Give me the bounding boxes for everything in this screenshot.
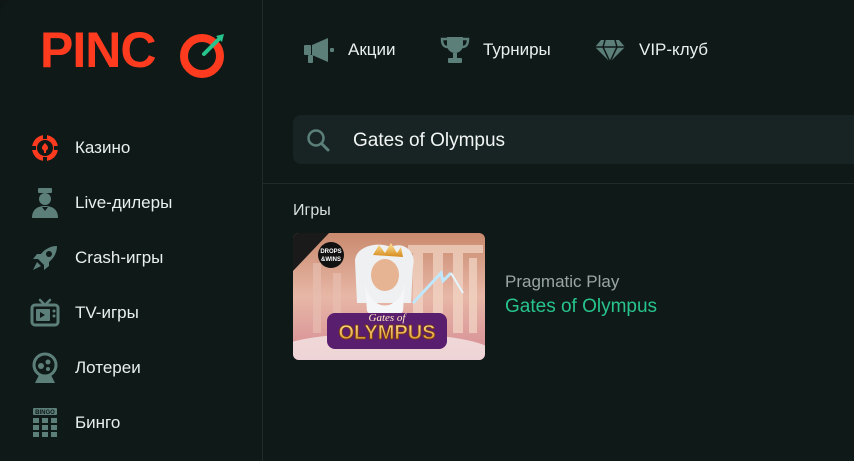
top-nav-promotions[interactable]: Акции	[302, 32, 396, 68]
bingo-icon: BINGO	[28, 406, 62, 440]
sidebar-item-live-dealers[interactable]: Live-дилеры	[28, 175, 172, 230]
results-section-title: Игры	[293, 202, 331, 219]
rocket-icon	[28, 241, 62, 275]
megaphone-icon	[304, 38, 334, 63]
top-nav-tournaments[interactable]: Турниры	[439, 32, 551, 68]
sidebar-item-tv-games[interactable]: TV-игры	[28, 285, 172, 340]
lottery-icon	[28, 351, 62, 385]
top-nav-label: Акции	[348, 40, 396, 59]
drops-wins-badge-line2: &WINS	[321, 257, 341, 263]
sidebar: PINC Казино Live-дилеры Crash-игры TV-иг…	[0, 0, 263, 461]
game-title-link[interactable]: Gates of Olympus	[505, 296, 657, 318]
top-nav: Акции Турниры VIP-клуб	[262, 0, 854, 100]
sidebar-nav: Казино Live-дилеры Crash-игры TV-игры Ло…	[28, 120, 172, 450]
sidebar-item-label: Лотереи	[75, 357, 141, 377]
tv-icon	[28, 296, 62, 330]
search-input[interactable]	[351, 115, 835, 166]
search-bar	[293, 115, 854, 166]
game-provider: Pragmatic Play	[505, 272, 620, 291]
sidebar-item-label: Crash-игры	[75, 247, 164, 267]
divider	[262, 183, 854, 184]
dealer-icon	[28, 186, 62, 220]
top-nav-label: VIP-клуб	[639, 40, 709, 59]
sidebar-item-label: Бинго	[75, 412, 121, 432]
sidebar-item-casino[interactable]: Казино	[28, 120, 172, 175]
logo-text: PINC	[40, 22, 156, 78]
top-nav-label: Турниры	[483, 40, 551, 59]
casino-chip-icon	[28, 131, 62, 165]
trophy-icon	[440, 37, 470, 63]
game-logo-line2: OLYMPUS	[338, 322, 435, 344]
svg-text:BINGO: BINGO	[35, 410, 55, 416]
sidebar-item-label: TV-игры	[75, 302, 139, 322]
search-icon[interactable]	[305, 127, 331, 153]
sidebar-item-bingo[interactable]: BINGO Бинго	[28, 395, 172, 450]
game-thumbnail-image: DROPS &WINS Gates of OLYMPUS	[293, 233, 485, 360]
sidebar-item-lotteries[interactable]: Лотереи	[28, 340, 172, 395]
pinco-logo[interactable]: PINC	[40, 22, 224, 78]
app-frame: PINC Казино Live-дилеры Crash-игры TV-иг…	[0, 0, 854, 461]
sidebar-item-label: Live-дилеры	[75, 192, 173, 212]
drops-wins-badge-line1: DROPS	[320, 249, 341, 255]
top-nav-vip-club[interactable]: VIP-клуб	[593, 32, 708, 68]
diamond-icon	[595, 39, 625, 64]
sidebar-item-label: Казино	[75, 137, 131, 157]
game-thumbnail[interactable]: DROPS &WINS Gates of OLYMPUS	[293, 233, 485, 360]
logo-target-icon	[180, 34, 224, 78]
sidebar-item-crash-games[interactable]: Crash-игры	[28, 230, 172, 285]
